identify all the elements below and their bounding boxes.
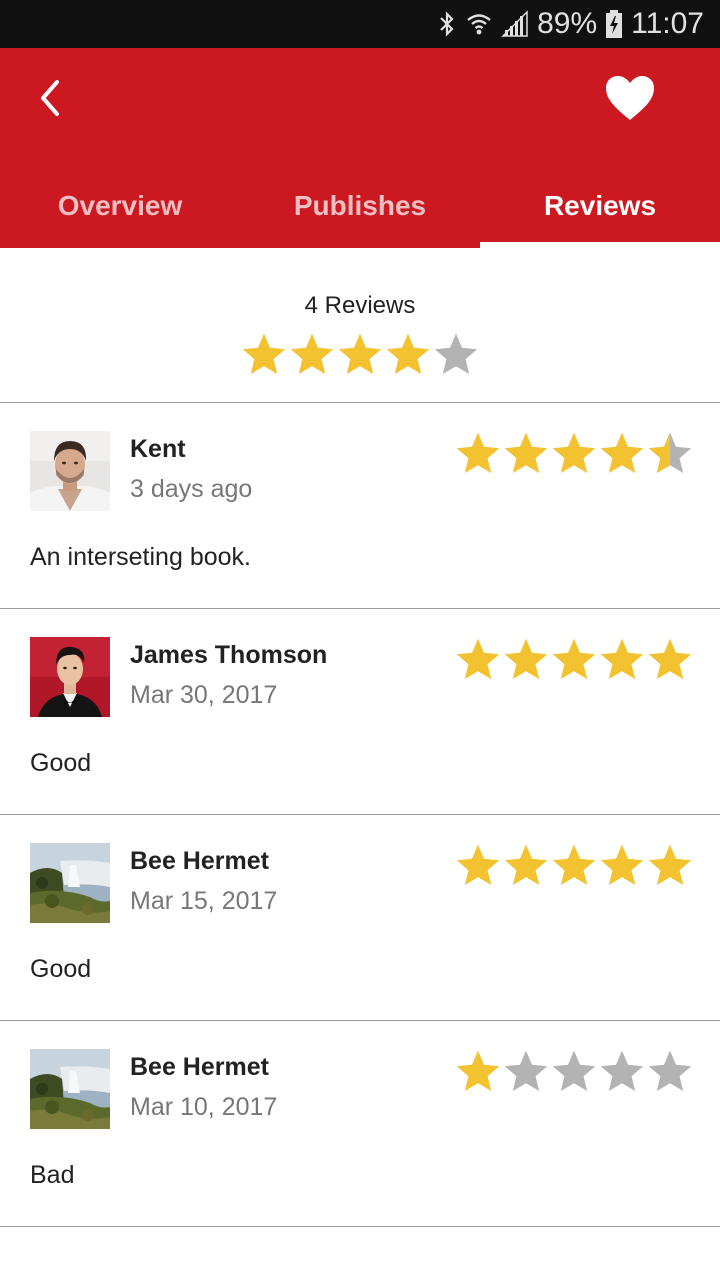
status-bar: 89% 11:07 bbox=[0, 0, 720, 48]
review-date: Mar 30, 2017 bbox=[130, 681, 278, 709]
review-item: Bee Hermet Mar 10, 2017 Bad bbox=[0, 1021, 720, 1227]
star-filled-icon bbox=[242, 333, 286, 374]
reviewer-name: Bee Hermet bbox=[130, 1053, 269, 1081]
star-filled-icon bbox=[504, 638, 548, 679]
review-count: 4 Reviews bbox=[304, 292, 416, 319]
back-button[interactable] bbox=[26, 74, 74, 122]
star-filled-icon bbox=[552, 844, 596, 885]
star-filled-icon bbox=[600, 432, 644, 473]
review-item: Bee Hermet Mar 15, 2017 Good bbox=[0, 815, 720, 1021]
review-text: Bad bbox=[30, 1161, 75, 1189]
review-text: An interseting book. bbox=[30, 543, 251, 571]
review-date: Mar 15, 2017 bbox=[130, 887, 278, 915]
review-item: Kent 3 days ago An interseting book. bbox=[0, 403, 720, 609]
chevron-left-icon bbox=[41, 80, 59, 116]
status-icons: 89% 11:07 bbox=[437, 0, 704, 48]
review-text: Good bbox=[30, 749, 92, 777]
star-filled-icon bbox=[456, 432, 500, 473]
reviewer-name: Bee Hermet bbox=[130, 847, 269, 875]
star-filled-icon bbox=[648, 844, 692, 885]
avatar bbox=[30, 843, 110, 923]
review-date: Mar 10, 2017 bbox=[130, 1093, 278, 1121]
tab-overview[interactable]: Overview bbox=[0, 164, 240, 248]
review-date: 3 days ago bbox=[130, 475, 253, 503]
reviewer-name: James Thomson bbox=[130, 641, 328, 669]
avatar bbox=[30, 431, 110, 511]
star-filled-icon bbox=[600, 638, 644, 679]
star-half-icon bbox=[648, 432, 692, 473]
app-bar: Overview Publishes Reviews bbox=[0, 48, 720, 248]
star-filled-icon bbox=[504, 844, 548, 885]
star-filled-icon bbox=[456, 638, 500, 679]
tab-publishes[interactable]: Publishes bbox=[240, 164, 480, 248]
review-item: James Thomson Mar 30, 2017 Good bbox=[0, 609, 720, 815]
heart-icon bbox=[606, 76, 654, 120]
star-empty-icon bbox=[648, 1050, 692, 1091]
reviews-summary: 4 Reviews bbox=[0, 248, 720, 403]
star-filled-icon bbox=[338, 333, 382, 374]
tab-bar: Overview Publishes Reviews bbox=[0, 164, 720, 248]
status-time: 11:07 bbox=[631, 7, 704, 40]
review-rating bbox=[454, 1047, 694, 1095]
battery-percent: 89% bbox=[537, 7, 598, 40]
signal-icon bbox=[501, 10, 528, 37]
review-rating bbox=[454, 429, 694, 477]
review-text: Good bbox=[30, 955, 92, 983]
star-filled-icon bbox=[504, 432, 548, 473]
star-filled-icon bbox=[552, 432, 596, 473]
star-filled-icon bbox=[552, 638, 596, 679]
star-filled-icon bbox=[456, 1050, 500, 1091]
avatar bbox=[30, 1049, 110, 1129]
favorite-button[interactable] bbox=[598, 70, 662, 126]
star-empty-icon bbox=[434, 333, 478, 374]
bluetooth-icon bbox=[440, 11, 454, 37]
tab-reviews[interactable]: Reviews bbox=[480, 164, 720, 248]
review-rating bbox=[454, 841, 694, 889]
summary-rating bbox=[240, 330, 480, 378]
star-filled-icon bbox=[648, 638, 692, 679]
star-filled-icon bbox=[456, 844, 500, 885]
review-rating bbox=[454, 635, 694, 683]
star-filled-icon bbox=[386, 333, 430, 374]
battery-charging-icon bbox=[606, 10, 623, 38]
wifi-icon bbox=[467, 14, 491, 35]
avatar bbox=[30, 637, 110, 717]
star-empty-icon bbox=[600, 1050, 644, 1091]
star-filled-icon bbox=[290, 333, 334, 374]
reviewer-name: Kent bbox=[130, 435, 186, 463]
star-filled-icon bbox=[600, 844, 644, 885]
star-empty-icon bbox=[552, 1050, 596, 1091]
star-empty-icon bbox=[504, 1050, 548, 1091]
